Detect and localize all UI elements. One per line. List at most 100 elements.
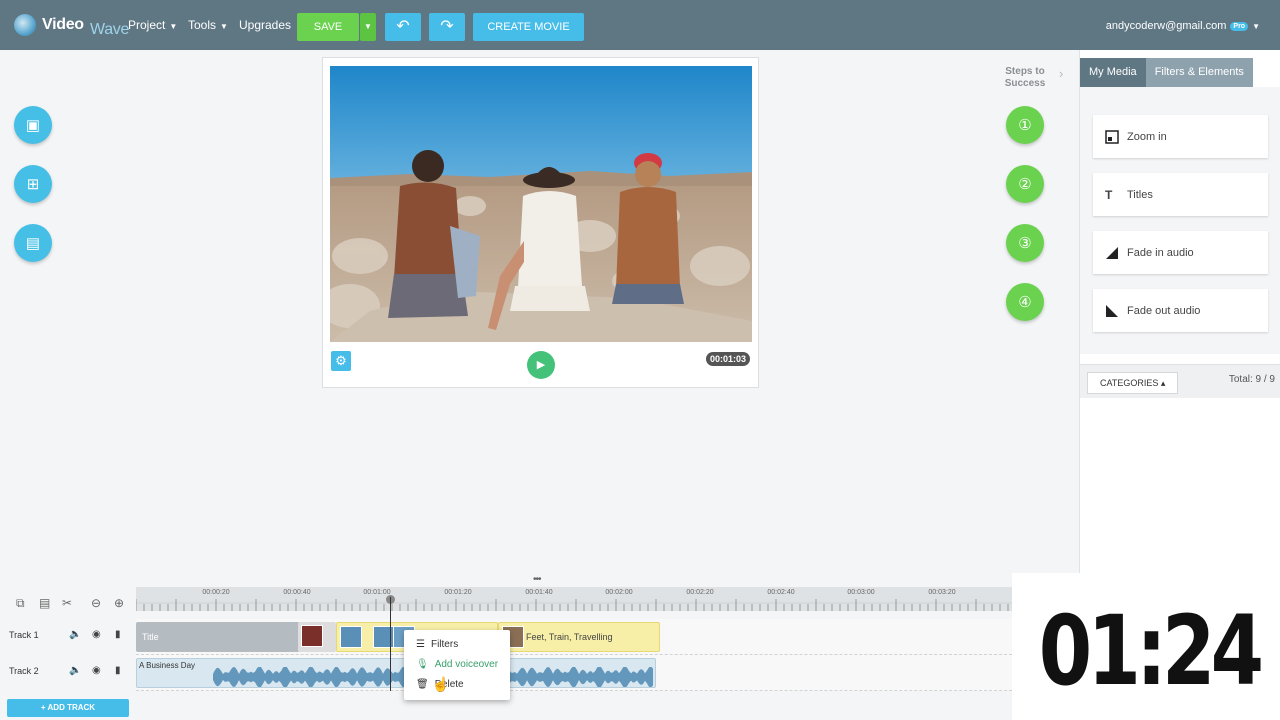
- fade-in-icon: [1106, 246, 1118, 259]
- paste-icon[interactable]: ▤: [39, 596, 50, 610]
- track-1-header: Track 1 🔈 ◉ ▮: [0, 619, 136, 653]
- clip-thumbnail: [373, 626, 395, 648]
- chevron-right-icon[interactable]: ›: [1059, 66, 1063, 81]
- menu-item-label: Filters: [430, 639, 459, 650]
- clip-thumbnail: [340, 626, 362, 648]
- preview-timecode: 00:01:03: [705, 352, 750, 366]
- menu-item-label: Add voiceover: [434, 659, 499, 670]
- resize-handle-icon[interactable]: •••: [533, 574, 541, 585]
- undo-icon: ↶: [396, 18, 410, 35]
- trash-icon[interactable]: ▮: [115, 665, 121, 676]
- step-4-button[interactable]: ④: [1006, 283, 1044, 321]
- add-media-button[interactable]: ⊞: [14, 165, 52, 203]
- menu-upgrades[interactable]: Upgrades: [239, 18, 291, 32]
- user-email: andycoderw@gmail.com: [1105, 20, 1227, 32]
- step-3-button[interactable]: ③: [1006, 224, 1044, 262]
- menu-item-add-voiceover[interactable]: 🎙 Add voiceover: [416, 659, 498, 670]
- menu-project[interactable]: Project ▼: [128, 18, 177, 32]
- track-2-label: Track 2: [9, 666, 39, 676]
- timeline-ruler[interactable]: 00:00:20 00:00:40 00:01:00 00:01:20 00:0…: [136, 587, 1012, 611]
- audio-clip-label: A Business Day: [139, 661, 196, 670]
- clip-thumbnail: [301, 625, 323, 647]
- add-image-button[interactable]: ▤: [14, 224, 52, 262]
- title-clip[interactable]: Title: [136, 622, 300, 652]
- add-track-button[interactable]: + ADD TRACK: [7, 699, 129, 717]
- chevron-down-icon: ▼: [169, 22, 178, 31]
- redo-button[interactable]: ↷: [429, 13, 465, 41]
- menu-tools-label: Tools: [188, 18, 217, 32]
- trash-icon[interactable]: ▮: [115, 629, 121, 640]
- copy-icon[interactable]: ⧉: [16, 596, 25, 611]
- playhead[interactable]: [390, 597, 391, 691]
- add-track-label: ADD TRACK: [47, 703, 96, 712]
- video-clip-travelling[interactable]: Feet, Train, Travelling: [498, 622, 660, 652]
- volume-icon[interactable]: 🔈: [69, 629, 81, 640]
- video-frame[interactable]: [330, 66, 752, 342]
- ruler-label: 00:00:40: [283, 589, 311, 596]
- zoom-in-icon[interactable]: ⊕: [114, 596, 124, 610]
- volume-icon[interactable]: 🔈: [69, 665, 81, 676]
- menu-item-filters[interactable]: ☰ Filters: [416, 639, 458, 650]
- app-logo[interactable]: Video Wave: [14, 13, 129, 38]
- step-1-icon: ①: [1018, 117, 1032, 134]
- chevron-down-icon: ▼: [364, 22, 372, 31]
- gear-icon: ⚙: [335, 353, 347, 368]
- save-options-button[interactable]: ▼: [360, 13, 376, 41]
- elements-list: Zoom in T Titles Fade in audio Fade out …: [1080, 87, 1280, 354]
- step-3-icon: ③: [1018, 235, 1032, 252]
- trash-icon: 🗑: [416, 679, 429, 690]
- timer-overlay: 01:24: [1012, 573, 1280, 720]
- context-menu: ☰ Filters 🎙 Add voiceover 🗑 Delete: [404, 630, 510, 700]
- ruler-label: 00:01:20: [444, 589, 472, 596]
- save-button[interactable]: SAVE: [297, 13, 359, 41]
- video-clip[interactable]: [298, 622, 336, 652]
- element-titles[interactable]: T Titles: [1093, 173, 1268, 216]
- ruler-label: 00:00:20: [202, 589, 230, 596]
- play-button[interactable]: ▶: [527, 351, 555, 379]
- step-2-button[interactable]: ②: [1006, 165, 1044, 203]
- tab-filters-elements[interactable]: Filters & Elements: [1145, 58, 1253, 87]
- add-video-button[interactable]: ▣: [14, 106, 52, 144]
- element-label: Zoom in: [1127, 130, 1167, 143]
- ruler-label: 00:03:00: [847, 589, 875, 596]
- eye-icon[interactable]: ◉: [92, 665, 101, 676]
- filters-icon: ☰: [416, 639, 425, 650]
- undo-button[interactable]: ↶: [385, 13, 421, 41]
- ruler-label: 00:01:00: [363, 589, 391, 596]
- element-fade-in-audio[interactable]: Fade in audio: [1093, 231, 1268, 274]
- steps-title: Steps to Success: [1004, 66, 1046, 89]
- eye-icon[interactable]: ◉: [92, 629, 101, 640]
- create-movie-button[interactable]: CREATE MOVIE: [473, 13, 584, 41]
- logo-text-video: Video: [42, 16, 84, 33]
- clip-label: Feet, Train, Travelling: [526, 632, 613, 642]
- scissors-icon[interactable]: ✂: [62, 596, 72, 610]
- plus-icon: +: [40, 703, 48, 712]
- step-2-icon: ②: [1018, 176, 1032, 193]
- preview-settings-button[interactable]: ⚙: [331, 351, 351, 371]
- panel-tabs: My Media Filters & Elements: [1080, 58, 1253, 87]
- step-4-icon: ④: [1018, 294, 1032, 311]
- zoom-out-icon[interactable]: ⊖: [91, 596, 101, 610]
- panel-footer: CATEGORIES ▴ Total: 9 / 9: [1080, 364, 1280, 398]
- track-1-row: Title Feet, Train, Travelling: [136, 619, 1012, 655]
- timeline-tools: ⧉ ▤ ✂ ⊖ ⊕: [0, 587, 136, 621]
- track-1-label: Track 1: [9, 630, 39, 640]
- categories-label: CATEGORIES: [1100, 378, 1159, 388]
- video-icon: ▣: [25, 117, 41, 134]
- ruler-label: 00:02:20: [686, 589, 714, 596]
- step-1-button[interactable]: ①: [1006, 106, 1044, 144]
- menu-tools[interactable]: Tools ▼: [188, 18, 228, 32]
- element-zoom-in[interactable]: Zoom in: [1093, 115, 1268, 158]
- timer-text: 01:24: [1038, 595, 1264, 707]
- categories-button[interactable]: CATEGORIES ▴: [1087, 372, 1179, 394]
- track-2-row: A Business Day: [136, 655, 1012, 691]
- chevron-up-icon: ▴: [1160, 378, 1166, 388]
- audio-clip[interactable]: A Business Day: [136, 658, 656, 688]
- element-fade-out-audio[interactable]: Fade out audio: [1093, 289, 1268, 332]
- user-menu[interactable]: andycoderw@gmail.com Pro ▼: [1106, 20, 1260, 32]
- app-window: { "app": { "logo_video": "Video", "logo_…: [0, 0, 1280, 720]
- logo-icon: [14, 14, 36, 36]
- element-label: Titles: [1127, 188, 1153, 201]
- tab-my-media[interactable]: My Media: [1080, 58, 1146, 87]
- chevron-down-icon: ▼: [1252, 21, 1260, 31]
